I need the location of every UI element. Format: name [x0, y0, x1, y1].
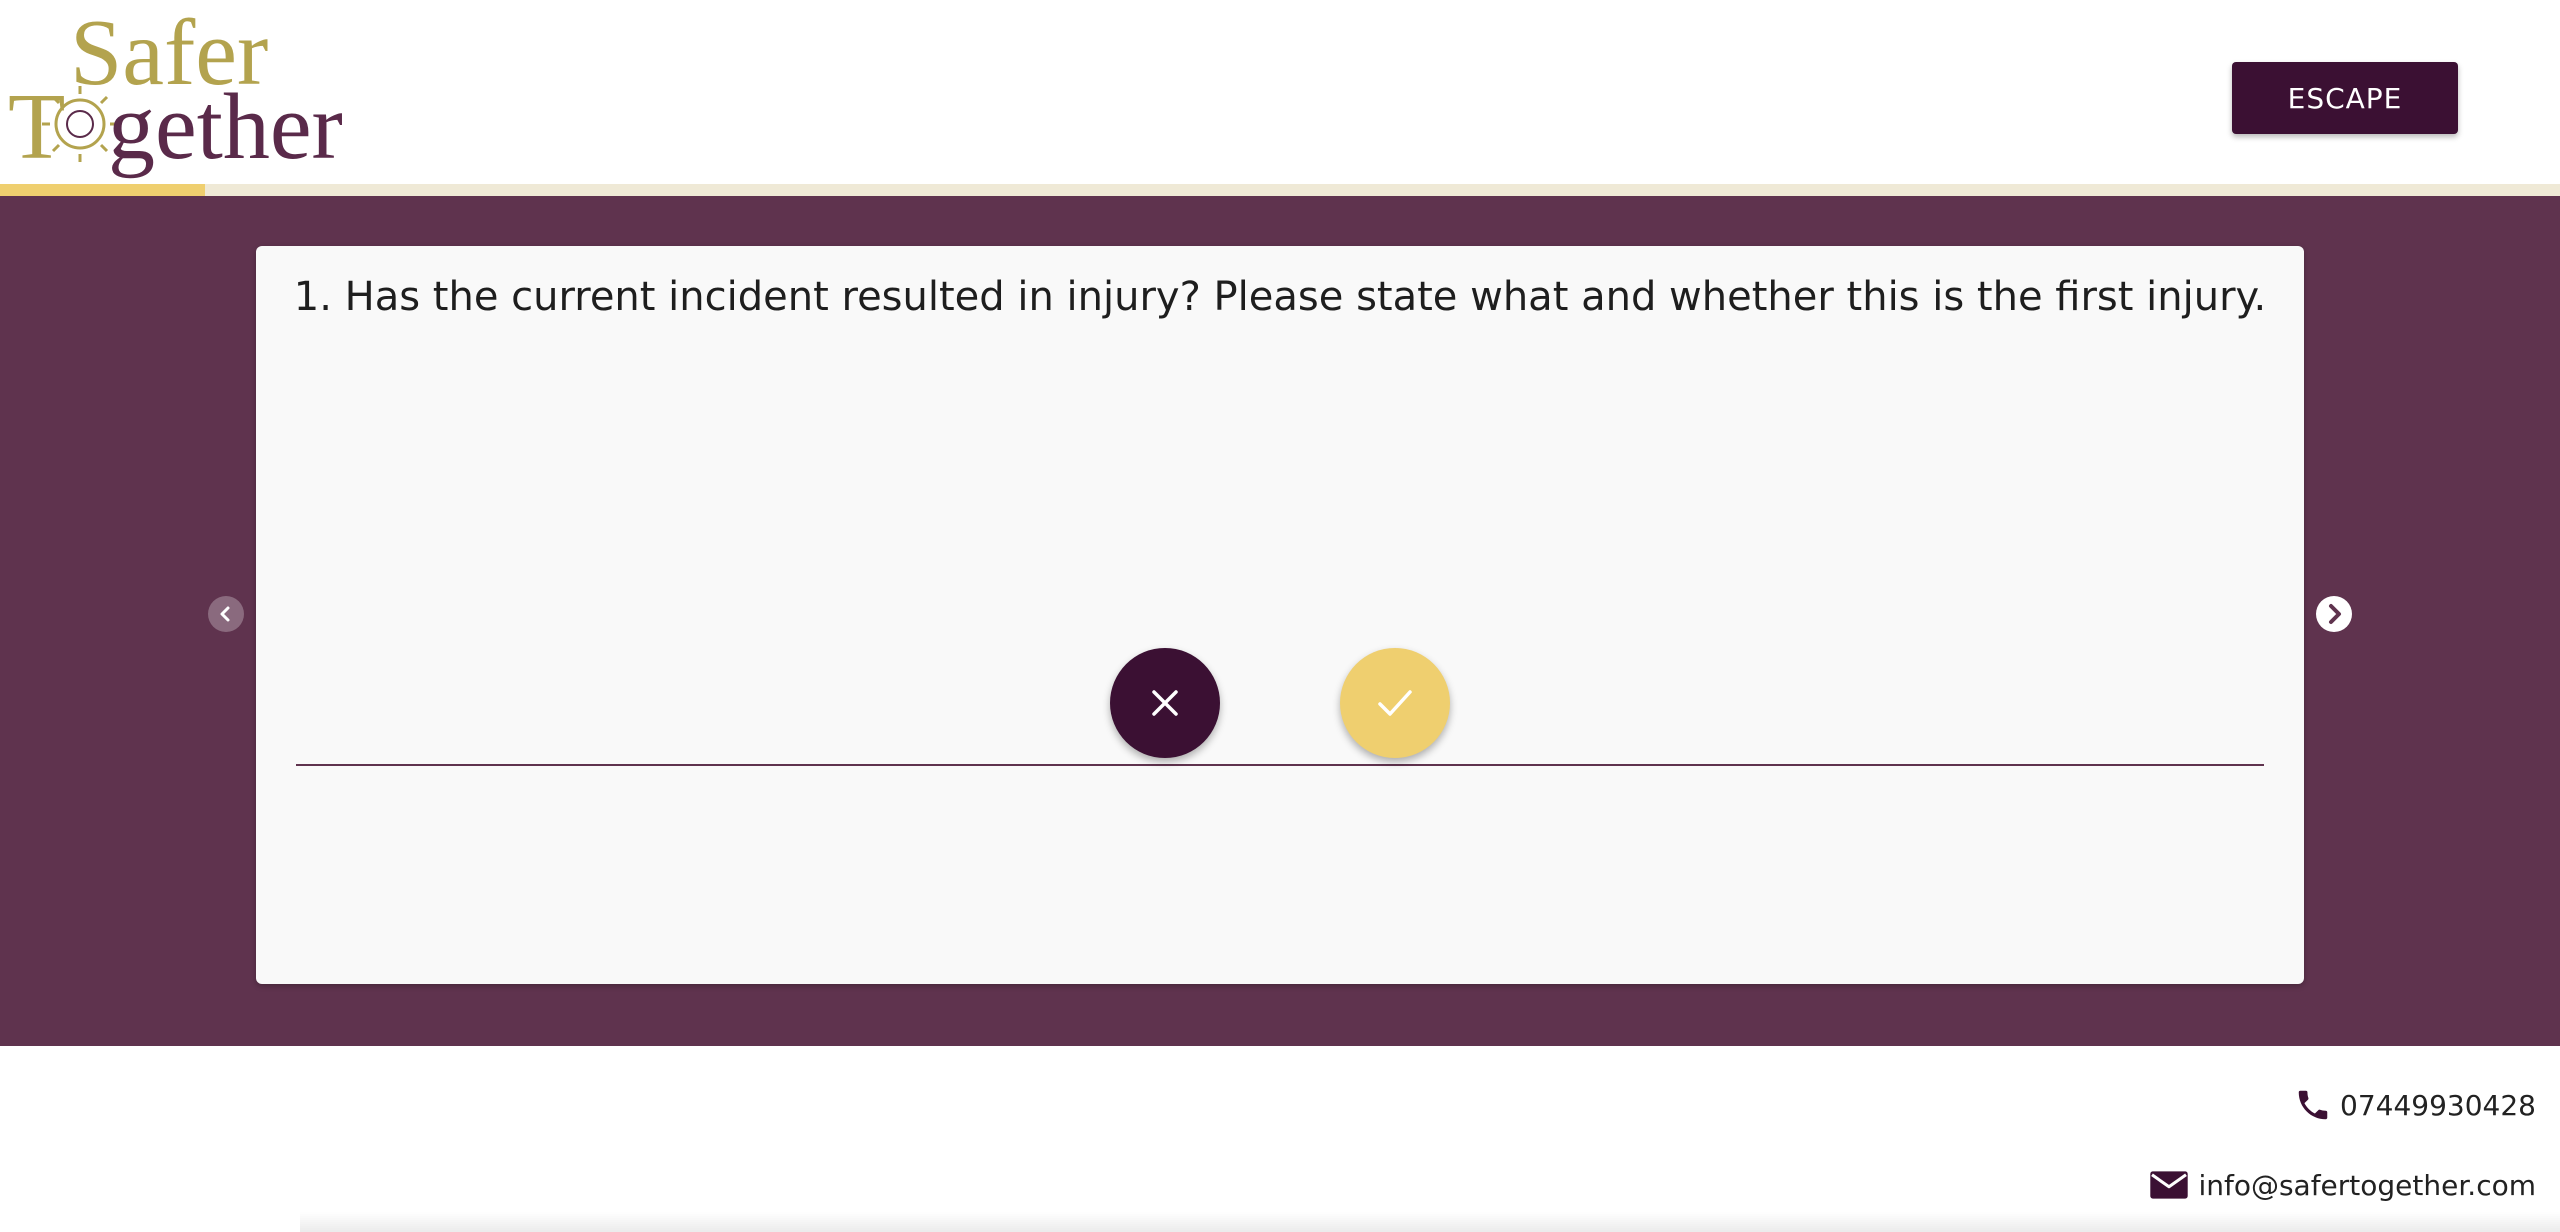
envelope-icon: [2150, 1171, 2189, 1199]
close-icon: [1152, 690, 1178, 716]
svg-text:gether: gether: [108, 75, 343, 179]
no-button[interactable]: [1110, 648, 1220, 758]
chevron-left-icon: [220, 606, 230, 622]
previous-question-button[interactable]: [208, 596, 244, 632]
header: Safer T gether ESCAPE: [0, 0, 2560, 186]
progress-bar-fill: [0, 184, 205, 196]
yes-button[interactable]: [1340, 648, 1450, 758]
footer-shadow: [300, 1212, 2560, 1232]
email-address: info@safertogether.com: [2198, 1168, 2536, 1202]
safer-together-logo[interactable]: Safer T gether: [8, 6, 368, 182]
chevron-right-icon: [2317, 597, 2351, 631]
next-question-button[interactable]: [2316, 596, 2352, 632]
question-text: 1. Has the current incident resulted in …: [293, 274, 2267, 320]
check-icon: [1378, 690, 1412, 716]
escape-button[interactable]: ESCAPE: [2232, 62, 2458, 134]
question-card: 1. Has the current incident resulted in …: [256, 246, 2304, 984]
answer-input[interactable]: [296, 686, 2264, 766]
contact-phone[interactable]: 07449930428: [2294, 1086, 2536, 1124]
progress-bar: [0, 184, 2560, 196]
phone-icon: [2298, 1090, 2328, 1120]
phone-number: 07449930428: [2340, 1088, 2536, 1122]
contact-email[interactable]: info@safertogether.com: [2148, 1168, 2536, 1202]
